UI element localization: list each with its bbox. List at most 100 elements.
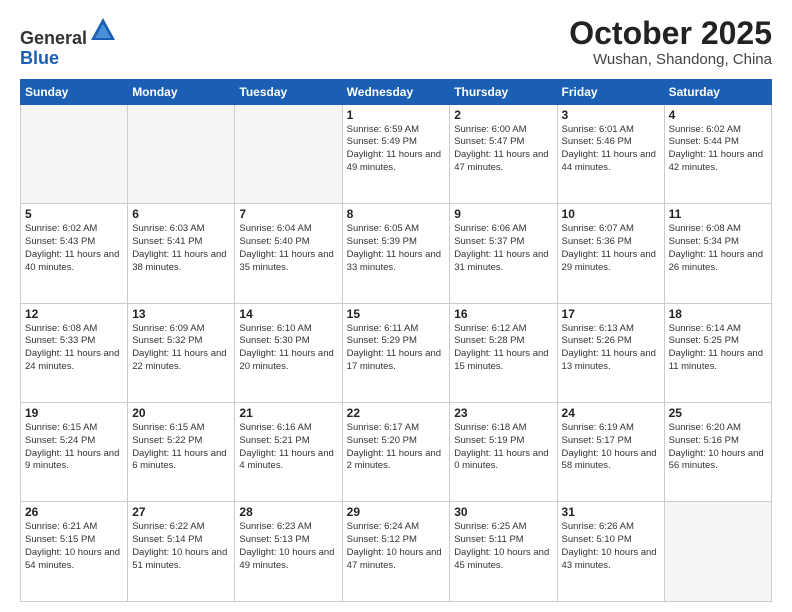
day-number: 11 [669,207,767,221]
day-cell [235,104,342,203]
day-number: 13 [132,307,230,321]
day-cell: 30 Sunrise: 6:25 AMSunset: 5:11 PMDayligh… [450,502,557,602]
day-cell: 10 Sunrise: 6:07 AMSunset: 5:36 PMDayligh… [557,204,664,303]
day-number: 12 [25,307,123,321]
day-number: 26 [25,505,123,519]
day-number: 3 [562,108,660,122]
day-detail: Sunrise: 6:22 AMSunset: 5:14 PMDaylight:… [132,521,230,572]
calendar-table: SundayMondayTuesdayWednesdayThursdayFrid… [20,79,772,602]
day-detail: Sunrise: 6:23 AMSunset: 5:13 PMDaylight:… [239,521,337,572]
day-detail: Sunrise: 6:16 AMSunset: 5:21 PMDaylight:… [239,422,337,473]
day-detail: Sunrise: 6:20 AMSunset: 5:16 PMDaylight:… [669,422,767,473]
day-cell: 18Sunrise: 6:14 AMSunset: 5:25 PMDayligh… [664,303,771,402]
day-detail: Sunrise: 6:25 AMSunset: 5:11 PMDaylight:… [454,521,552,572]
day-detail: Sunrise: 6:02 AMSunset: 5:43 PMDaylight:… [25,223,123,274]
weekday-wednesday: Wednesday [342,79,450,104]
week-row-3: 12 Sunrise: 6:08 AMSunset: 5:33 PMDayligh… [21,303,772,402]
day-detail: Sunrise: 6:10 AMSunset: 5:30 PMDaylight:… [239,323,337,374]
day-detail: Sunrise: 6:59 AMSunset: 5:49 PMDaylight:… [347,124,446,175]
day-cell: 22 Sunrise: 6:17 AMSunset: 5:20 PMDayligh… [342,403,450,502]
week-row-2: 5 Sunrise: 6:02 AMSunset: 5:43 PMDaylight… [21,204,772,303]
weekday-monday: Monday [128,79,235,104]
day-number: 14 [239,307,337,321]
day-number: 4 [669,108,767,122]
day-cell: 11 Sunrise: 6:08 AMSunset: 5:34 PMDayligh… [664,204,771,303]
day-number: 2 [454,108,552,122]
day-number: 27 [132,505,230,519]
weekday-header-row: SundayMondayTuesdayWednesdayThursdayFrid… [21,79,772,104]
day-detail: Sunrise: 6:15 AMSunset: 5:22 PMDaylight:… [132,422,230,473]
week-row-4: 19 Sunrise: 6:15 AMSunset: 5:24 PMDayligh… [21,403,772,502]
day-detail: Sunrise: 6:07 AMSunset: 5:36 PMDaylight:… [562,223,660,274]
calendar-page: General Blue October 2025 Wushan, Shando… [0,0,792,612]
day-detail: Sunrise: 6:24 AMSunset: 5:12 PMDaylight:… [347,521,446,572]
day-cell: 7 Sunrise: 6:04 AMSunset: 5:40 PMDaylight… [235,204,342,303]
day-detail: Sunrise: 6:15 AMSunset: 5:24 PMDaylight:… [25,422,123,473]
day-number: 7 [239,207,337,221]
day-number: 25 [669,406,767,420]
weekday-tuesday: Tuesday [235,79,342,104]
day-cell: 31Sunrise: 6:26 AMSunset: 5:10 PMDayligh… [557,502,664,602]
day-cell: 1 Sunrise: 6:59 AMSunset: 5:49 PMDaylight… [342,104,450,203]
logo-icon [89,16,117,44]
logo-general: General [20,28,87,48]
day-detail: Sunrise: 6:17 AMSunset: 5:20 PMDaylight:… [347,422,446,473]
day-cell [128,104,235,203]
header: General Blue October 2025 Wushan, Shando… [20,16,772,69]
day-number: 30 [454,505,552,519]
logo-blue: Blue [20,49,117,69]
day-number: 21 [239,406,337,420]
day-cell: 19 Sunrise: 6:15 AMSunset: 5:24 PMDayligh… [21,403,128,502]
day-number: 10 [562,207,660,221]
day-number: 20 [132,406,230,420]
day-detail: Sunrise: 6:08 AMSunset: 5:33 PMDaylight:… [25,323,123,374]
day-cell: 3 Sunrise: 6:01 AMSunset: 5:46 PMDaylight… [557,104,664,203]
weekday-saturday: Saturday [664,79,771,104]
day-cell: 28 Sunrise: 6:23 AMSunset: 5:13 PMDayligh… [235,502,342,602]
day-cell: 15Sunrise: 6:11 AMSunset: 5:29 PMDayligh… [342,303,450,402]
day-cell: 21 Sunrise: 6:16 AMSunset: 5:21 PMDayligh… [235,403,342,502]
day-number: 22 [347,406,446,420]
title-block: October 2025 Wushan, Shandong, China [569,16,772,68]
day-detail: Sunrise: 6:26 AMSunset: 5:10 PMDaylight:… [562,521,660,572]
day-number: 19 [25,406,123,420]
day-number: 17 [562,307,660,321]
location: Wushan, Shandong, China [569,51,772,68]
day-cell: 25 Sunrise: 6:20 AMSunset: 5:16 PMDayligh… [664,403,771,502]
day-cell: 24 Sunrise: 6:19 AMSunset: 5:17 PMDayligh… [557,403,664,502]
day-detail: Sunrise: 6:04 AMSunset: 5:40 PMDaylight:… [239,223,337,274]
day-number: 29 [347,505,446,519]
day-detail: Sunrise: 6:14 AMSunset: 5:25 PMDaylight:… [669,323,767,374]
day-number: 28 [239,505,337,519]
day-detail: Sunrise: 6:01 AMSunset: 5:46 PMDaylight:… [562,124,660,175]
day-detail: Sunrise: 6:18 AMSunset: 5:19 PMDaylight:… [454,422,552,473]
day-detail: Sunrise: 6:02 AMSunset: 5:44 PMDaylight:… [669,124,767,175]
day-detail: Sunrise: 6:00 AMSunset: 5:47 PMDaylight:… [454,124,552,175]
day-detail: Sunrise: 6:03 AMSunset: 5:41 PMDaylight:… [132,223,230,274]
day-cell: 29 Sunrise: 6:24 AMSunset: 5:12 PMDayligh… [342,502,450,602]
day-detail: Sunrise: 6:19 AMSunset: 5:17 PMDaylight:… [562,422,660,473]
calendar-body: 1 Sunrise: 6:59 AMSunset: 5:49 PMDaylight… [21,104,772,601]
day-number: 23 [454,406,552,420]
day-cell: 5 Sunrise: 6:02 AMSunset: 5:43 PMDaylight… [21,204,128,303]
day-cell: 2 Sunrise: 6:00 AMSunset: 5:47 PMDaylight… [450,104,557,203]
day-number: 5 [25,207,123,221]
day-cell: 9Sunrise: 6:06 AMSunset: 5:37 PMDaylight… [450,204,557,303]
weekday-sunday: Sunday [21,79,128,104]
day-number: 24 [562,406,660,420]
day-cell: 14 Sunrise: 6:10 AMSunset: 5:30 PMDayligh… [235,303,342,402]
weekday-friday: Friday [557,79,664,104]
week-row-1: 1 Sunrise: 6:59 AMSunset: 5:49 PMDaylight… [21,104,772,203]
weekday-thursday: Thursday [450,79,557,104]
day-detail: Sunrise: 6:08 AMSunset: 5:34 PMDaylight:… [669,223,767,274]
day-cell: 16 Sunrise: 6:12 AMSunset: 5:28 PMDayligh… [450,303,557,402]
day-cell [21,104,128,203]
logo: General Blue [20,16,117,69]
day-number: 8 [347,207,446,221]
day-number: 16 [454,307,552,321]
day-detail: Sunrise: 6:11 AMSunset: 5:29 PMDaylight:… [347,323,446,374]
day-cell: 12 Sunrise: 6:08 AMSunset: 5:33 PMDayligh… [21,303,128,402]
day-cell: 13Sunrise: 6:09 AMSunset: 5:32 PMDayligh… [128,303,235,402]
day-number: 1 [347,108,446,122]
day-detail: Sunrise: 6:12 AMSunset: 5:28 PMDaylight:… [454,323,552,374]
